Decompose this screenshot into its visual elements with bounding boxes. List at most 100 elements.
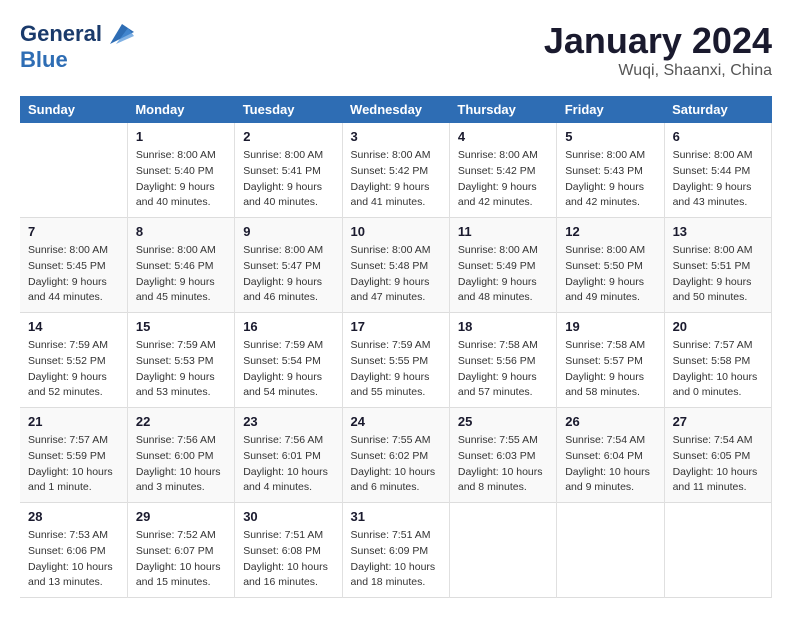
week-row-5: 28 Sunrise: 7:53 AM Sunset: 6:06 PM Dayli… [20, 503, 772, 598]
day-info: Sunrise: 7:56 AM Sunset: 6:01 PM Dayligh… [243, 433, 333, 496]
day-number: 26 [565, 414, 655, 429]
day-number: 7 [28, 224, 119, 239]
day-info: Sunrise: 8:00 AM Sunset: 5:45 PM Dayligh… [28, 243, 119, 306]
header-day-saturday: Saturday [664, 96, 771, 123]
day-info: Sunrise: 7:59 AM Sunset: 5:53 PM Dayligh… [136, 338, 226, 401]
logo: General Blue [20, 20, 134, 72]
day-number: 17 [351, 319, 441, 334]
day-info: Sunrise: 7:58 AM Sunset: 5:56 PM Dayligh… [458, 338, 548, 401]
day-info: Sunrise: 7:55 AM Sunset: 6:03 PM Dayligh… [458, 433, 548, 496]
day-number: 6 [673, 129, 763, 144]
week-row-4: 21Sunrise: 7:57 AM Sunset: 5:59 PM Dayli… [20, 408, 772, 503]
page-header: General Blue January 2024 Wuqi, Shaanxi,… [20, 20, 772, 80]
day-number: 20 [673, 319, 763, 334]
day-cell: 1 Sunrise: 8:00 AM Sunset: 5:40 PM Daylig… [127, 123, 234, 218]
day-cell: 21Sunrise: 7:57 AM Sunset: 5:59 PM Dayli… [20, 408, 127, 503]
day-number: 23 [243, 414, 333, 429]
day-info: Sunrise: 8:00 AM Sunset: 5:42 PM Dayligh… [458, 148, 548, 211]
day-cell: 25 Sunrise: 7:55 AM Sunset: 6:03 PM Dayli… [449, 408, 556, 503]
day-info: Sunrise: 8:00 AM Sunset: 5:43 PM Dayligh… [565, 148, 655, 211]
day-cell: 14Sunrise: 7:59 AM Sunset: 5:52 PM Dayli… [20, 313, 127, 408]
day-info: Sunrise: 7:51 AM Sunset: 6:08 PM Dayligh… [243, 528, 333, 591]
day-cell: 29 Sunrise: 7:52 AM Sunset: 6:07 PM Dayli… [127, 503, 234, 598]
day-cell: 7 Sunrise: 8:00 AM Sunset: 5:45 PM Daylig… [20, 218, 127, 313]
day-cell: 31Sunrise: 7:51 AM Sunset: 6:09 PM Dayli… [342, 503, 449, 598]
day-info: Sunrise: 8:00 AM Sunset: 5:51 PM Dayligh… [673, 243, 763, 306]
day-cell: 13 Sunrise: 8:00 AM Sunset: 5:51 PM Dayli… [664, 218, 771, 313]
day-number: 1 [136, 129, 226, 144]
day-number: 16 [243, 319, 333, 334]
day-cell [664, 503, 771, 598]
calendar-header: SundayMondayTuesdayWednesdayThursdayFrid… [20, 96, 772, 123]
day-number: 27 [673, 414, 763, 429]
title-block: January 2024 Wuqi, Shaanxi, China [544, 20, 772, 80]
day-cell: 22 Sunrise: 7:56 AM Sunset: 6:00 PM Dayli… [127, 408, 234, 503]
logo-blue: Blue [20, 48, 134, 72]
day-info: Sunrise: 8:00 AM Sunset: 5:50 PM Dayligh… [565, 243, 655, 306]
day-info: Sunrise: 7:53 AM Sunset: 6:06 PM Dayligh… [28, 528, 119, 591]
day-cell: 24 Sunrise: 7:55 AM Sunset: 6:02 PM Dayli… [342, 408, 449, 503]
day-cell: 11 Sunrise: 8:00 AM Sunset: 5:49 PM Dayli… [449, 218, 556, 313]
day-number: 29 [136, 509, 226, 524]
day-number: 24 [351, 414, 441, 429]
header-day-friday: Friday [557, 96, 664, 123]
day-cell: 17 Sunrise: 7:59 AM Sunset: 5:55 PM Dayli… [342, 313, 449, 408]
day-number: 3 [351, 129, 441, 144]
day-number: 25 [458, 414, 548, 429]
day-number: 12 [565, 224, 655, 239]
day-cell: 27Sunrise: 7:54 AM Sunset: 6:05 PM Dayli… [664, 408, 771, 503]
day-info: Sunrise: 7:54 AM Sunset: 6:04 PM Dayligh… [565, 433, 655, 496]
day-number: 11 [458, 224, 548, 239]
day-info: Sunrise: 8:00 AM Sunset: 5:42 PM Dayligh… [351, 148, 441, 211]
week-row-1: 1 Sunrise: 8:00 AM Sunset: 5:40 PM Daylig… [20, 123, 772, 218]
day-number: 14 [28, 319, 119, 334]
header-day-monday: Monday [127, 96, 234, 123]
day-info: Sunrise: 8:00 AM Sunset: 5:40 PM Dayligh… [136, 148, 226, 211]
calendar-table: SundayMondayTuesdayWednesdayThursdayFrid… [20, 96, 772, 598]
day-info: Sunrise: 8:00 AM Sunset: 5:46 PM Dayligh… [136, 243, 226, 306]
day-cell [20, 123, 127, 218]
header-day-wednesday: Wednesday [342, 96, 449, 123]
day-cell: 12 Sunrise: 8:00 AM Sunset: 5:50 PM Dayli… [557, 218, 664, 313]
week-row-3: 14Sunrise: 7:59 AM Sunset: 5:52 PM Dayli… [20, 313, 772, 408]
month-title: January 2024 [544, 20, 772, 62]
day-cell: 9Sunrise: 8:00 AM Sunset: 5:47 PM Daylig… [235, 218, 342, 313]
day-cell: 20Sunrise: 7:57 AM Sunset: 5:58 PM Dayli… [664, 313, 771, 408]
day-number: 30 [243, 509, 333, 524]
day-cell: 6 Sunrise: 8:00 AM Sunset: 5:44 PM Daylig… [664, 123, 771, 218]
day-number: 22 [136, 414, 226, 429]
day-cell: 8 Sunrise: 8:00 AM Sunset: 5:46 PM Daylig… [127, 218, 234, 313]
day-info: Sunrise: 7:52 AM Sunset: 6:07 PM Dayligh… [136, 528, 226, 591]
day-cell: 28 Sunrise: 7:53 AM Sunset: 6:06 PM Dayli… [20, 503, 127, 598]
day-cell: 18Sunrise: 7:58 AM Sunset: 5:56 PM Dayli… [449, 313, 556, 408]
day-info: Sunrise: 7:55 AM Sunset: 6:02 PM Dayligh… [351, 433, 441, 496]
location-title: Wuqi, Shaanxi, China [544, 62, 772, 80]
day-number: 13 [673, 224, 763, 239]
day-cell [449, 503, 556, 598]
day-info: Sunrise: 8:00 AM Sunset: 5:49 PM Dayligh… [458, 243, 548, 306]
day-number: 5 [565, 129, 655, 144]
calendar-body: 1 Sunrise: 8:00 AM Sunset: 5:40 PM Daylig… [20, 123, 772, 598]
day-number: 9 [243, 224, 333, 239]
day-info: Sunrise: 7:56 AM Sunset: 6:00 PM Dayligh… [136, 433, 226, 496]
header-day-sunday: Sunday [20, 96, 127, 123]
day-number: 28 [28, 509, 119, 524]
logo-general: General [20, 22, 102, 46]
logo-icon [102, 20, 134, 48]
day-number: 4 [458, 129, 548, 144]
day-number: 10 [351, 224, 441, 239]
day-info: Sunrise: 8:00 AM Sunset: 5:44 PM Dayligh… [673, 148, 763, 211]
day-cell: 26 Sunrise: 7:54 AM Sunset: 6:04 PM Dayli… [557, 408, 664, 503]
day-number: 8 [136, 224, 226, 239]
day-info: Sunrise: 8:00 AM Sunset: 5:48 PM Dayligh… [351, 243, 441, 306]
header-day-thursday: Thursday [449, 96, 556, 123]
day-cell: 10 Sunrise: 8:00 AM Sunset: 5:48 PM Dayli… [342, 218, 449, 313]
day-cell: 15 Sunrise: 7:59 AM Sunset: 5:53 PM Dayli… [127, 313, 234, 408]
day-info: Sunrise: 7:51 AM Sunset: 6:09 PM Dayligh… [351, 528, 441, 591]
day-number: 15 [136, 319, 226, 334]
day-cell: 3 Sunrise: 8:00 AM Sunset: 5:42 PM Daylig… [342, 123, 449, 218]
day-info: Sunrise: 7:59 AM Sunset: 5:55 PM Dayligh… [351, 338, 441, 401]
day-cell: 30 Sunrise: 7:51 AM Sunset: 6:08 PM Dayli… [235, 503, 342, 598]
day-cell: 19Sunrise: 7:58 AM Sunset: 5:57 PM Dayli… [557, 313, 664, 408]
day-cell: 23 Sunrise: 7:56 AM Sunset: 6:01 PM Dayli… [235, 408, 342, 503]
